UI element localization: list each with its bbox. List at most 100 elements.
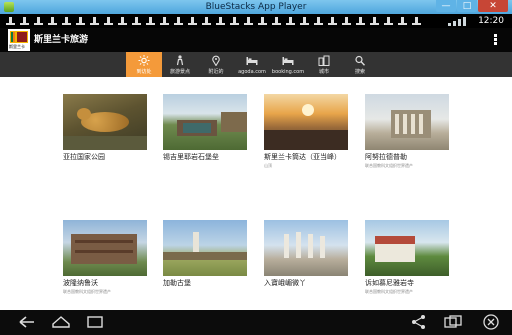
sun-icon <box>138 55 150 66</box>
place-card[interactable]: 斯里兰卡筒达（亚当峰） 山顶 <box>264 94 348 169</box>
place-card[interactable]: 入寶峨嵋微丫 <box>264 220 348 289</box>
place-name: 亚拉国家公园 <box>63 153 105 161</box>
window-titlebar: BlueStacks App Player — □ ✕ <box>0 0 512 14</box>
download-notification-icon <box>398 17 407 26</box>
home-icon[interactable] <box>50 313 72 331</box>
download-notification-icon <box>342 17 351 26</box>
download-notification-icon <box>34 17 43 26</box>
download-notification-icon <box>48 17 57 26</box>
place-card[interactable]: 亚拉国家公园 <box>63 94 147 163</box>
place-photo-polonnaruwa[interactable] <box>63 220 147 276</box>
recent-apps-icon[interactable] <box>84 313 106 331</box>
person-icon <box>176 55 184 66</box>
download-notification-icon <box>370 17 379 26</box>
download-notification-icon <box>412 17 421 26</box>
place-name: 阿努拉德普勒 <box>365 153 407 161</box>
place-card[interactable]: 加勒古堡 <box>163 220 247 289</box>
tab-label: booking.com <box>271 69 305 75</box>
place-card[interactable]: 诉如慕尼雅岩寺 联合国教科文组织世界遗产 <box>365 220 449 295</box>
download-notification-icon <box>216 17 225 26</box>
place-photo-galle-fort[interactable] <box>163 220 247 276</box>
place-name: 入寶峨嵋微丫 <box>264 279 306 287</box>
place-subtitle: 联合国教科文组织世界遗产 <box>365 163 413 168</box>
close-app-icon[interactable] <box>480 313 502 331</box>
android-status-bar: 12:20 <box>0 14 512 28</box>
place-subtitle: 联合国教科文组织世界遗产 <box>365 289 413 294</box>
tab-label: 城市 <box>318 69 329 75</box>
tab-label: agoda.com <box>238 69 266 75</box>
download-notification-icon <box>230 17 239 26</box>
download-notification-icon <box>384 17 393 26</box>
place-subtitle: 联合国教科文组织世界遗产 <box>63 289 111 294</box>
app-action-bar: 斯里兰卡 斯里兰卡旅游 <box>0 28 512 52</box>
download-notification-icon <box>104 17 113 26</box>
maximize-button[interactable]: □ <box>457 0 477 12</box>
download-notification-icon <box>328 17 337 26</box>
download-notification-icon <box>272 17 281 26</box>
place-name: 波隆纳鲁沃 <box>63 279 98 287</box>
download-notification-icon <box>356 17 365 26</box>
download-notification-icon <box>174 17 183 26</box>
close-window-button[interactable]: ✕ <box>478 0 508 12</box>
back-icon[interactable] <box>16 313 38 331</box>
download-notification-icon <box>202 17 211 26</box>
download-notification-icon <box>20 17 29 26</box>
download-notification-icon <box>160 17 169 26</box>
tab-cities[interactable]: 城市 <box>306 52 342 77</box>
download-notification-icon <box>132 17 141 26</box>
tab-label: 搜索 <box>354 69 365 75</box>
buildings-icon <box>318 55 330 66</box>
share-icon[interactable] <box>408 313 430 331</box>
place-name: 锡吉里耶岩石堡垒 <box>163 153 219 161</box>
signal-icon <box>448 17 468 26</box>
place-subtitle: 山顶 <box>264 163 272 168</box>
download-notification-icon <box>314 17 323 26</box>
app-title: 斯里兰卡旅游 <box>34 35 89 45</box>
place-photo-sigiriya[interactable] <box>163 94 247 150</box>
tab-search[interactable]: 搜索 <box>342 52 378 77</box>
download-notification-icon <box>62 17 71 26</box>
tab-agoda[interactable]: agoda.com <box>234 52 270 77</box>
screen-rotate-icon[interactable] <box>442 313 464 331</box>
tab-attractions[interactable]: 旅游景点 <box>162 52 198 77</box>
download-notification-icon <box>258 17 267 26</box>
overflow-menu-icon[interactable] <box>494 34 498 46</box>
sri-lanka-flag-logo[interactable]: 斯里兰卡 <box>8 29 30 51</box>
tab-booking[interactable]: booking.com <box>270 52 306 77</box>
tab-label: 到访处 <box>136 69 152 75</box>
download-notification-icon <box>118 17 127 26</box>
place-photo-adams-peak[interactable] <box>264 94 348 150</box>
download-notification-icon <box>244 17 253 26</box>
place-name: 诉如慕尼雅岩寺 <box>365 279 414 287</box>
download-notification-icon <box>286 17 295 26</box>
download-notification-icon <box>300 17 309 26</box>
tab-label: 旅游景点 <box>169 69 190 75</box>
category-tab-strip: 到访处 旅游景点 附近的 agoda.com booking.com 城市 搜索 <box>0 52 512 77</box>
place-card[interactable]: 锡吉里耶岩石堡垒 <box>163 94 247 163</box>
place-card[interactable]: 阿努拉德普勒 联合国教科文组织世界遗产 <box>365 94 449 169</box>
tab-label: 附近的 <box>208 69 224 75</box>
download-notification-icon <box>76 17 85 26</box>
flag-caption: 斯里兰卡 <box>9 44 25 49</box>
android-nav-bar <box>0 310 512 335</box>
bed-icon <box>282 57 294 65</box>
minimize-button[interactable]: — <box>436 0 456 12</box>
download-notification-icon <box>188 17 197 26</box>
status-clock: 12:20 <box>478 16 504 26</box>
download-notification-icon <box>6 17 15 26</box>
place-card[interactable]: 波隆纳鲁沃 联合国教科文组织世界遗产 <box>63 220 147 295</box>
place-name: 斯里兰卡筒达（亚当峰） <box>264 153 341 161</box>
place-photo-leopard[interactable] <box>63 94 147 150</box>
location-icon <box>212 55 220 66</box>
download-notification-icon <box>90 17 99 26</box>
download-notification-icon <box>146 17 155 26</box>
search-icon <box>355 55 366 66</box>
tab-visit-places[interactable]: 到访处 <box>126 52 162 77</box>
places-grid: 亚拉国家公园 锡吉里耶岩石堡垒 斯里兰卡筒达（亚当峰） 山顶 阿努拉德普勒 联合… <box>0 77 512 310</box>
tab-nearby[interactable]: 附近的 <box>198 52 234 77</box>
place-name: 加勒古堡 <box>163 279 191 287</box>
bed-icon <box>246 57 258 65</box>
place-photo-anuradhapura[interactable] <box>365 94 449 150</box>
place-photo-rock-temple[interactable] <box>365 220 449 276</box>
place-photo-temple-ruins[interactable] <box>264 220 348 276</box>
